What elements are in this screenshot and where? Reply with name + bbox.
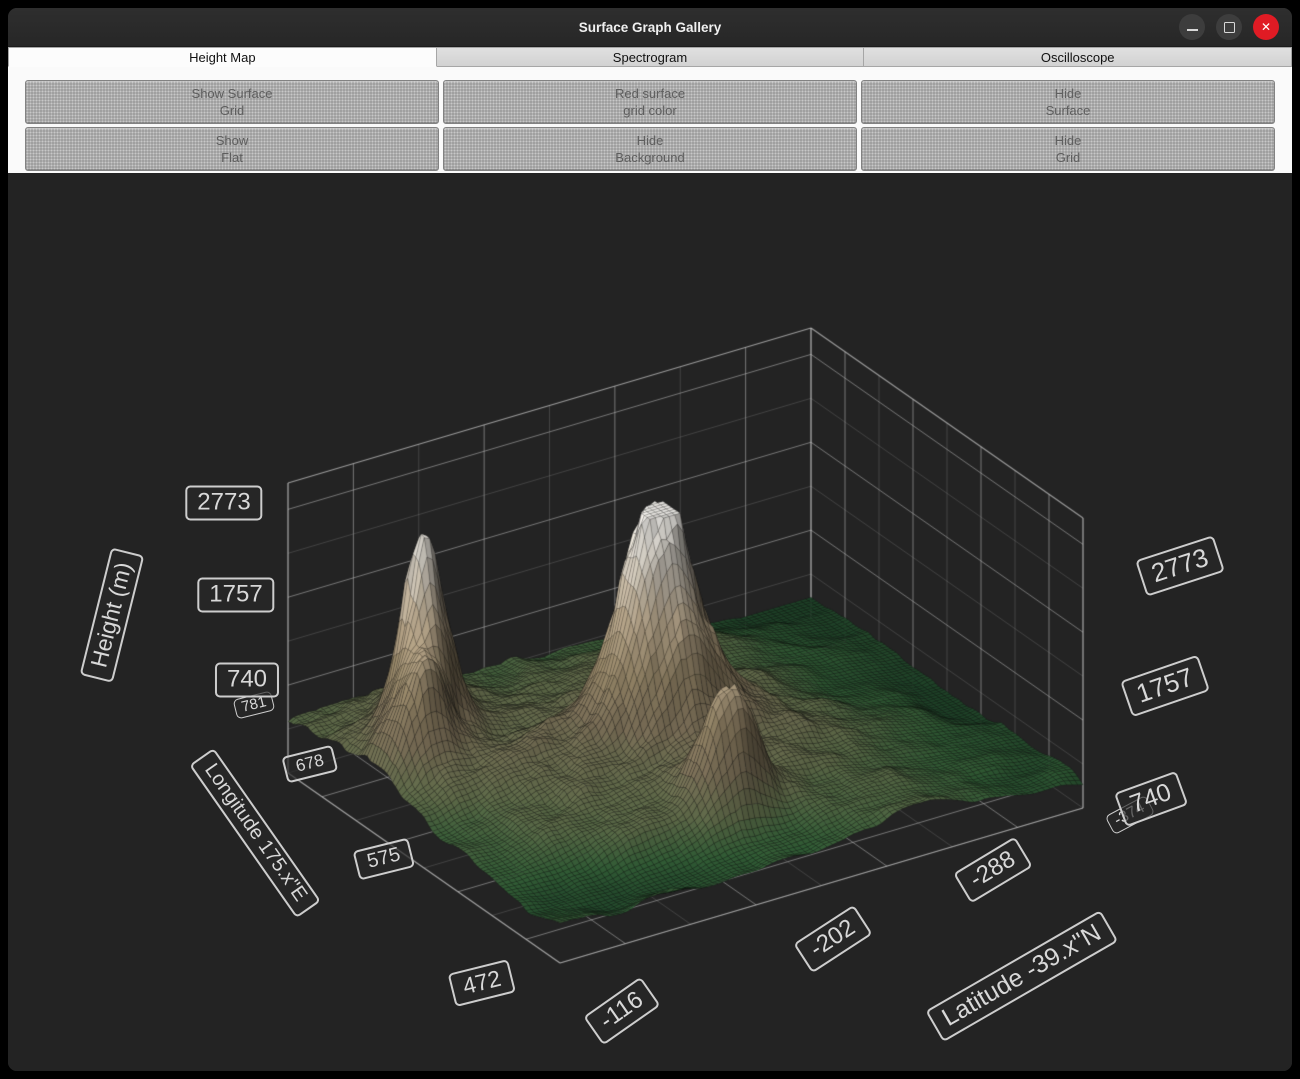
- minimize-button[interactable]: [1179, 14, 1205, 40]
- hide-surface-button[interactable]: Hide Surface: [861, 80, 1275, 124]
- tab-spectrogram[interactable]: Spectrogram: [437, 47, 865, 67]
- show-flat-button[interactable]: Show Flat: [25, 127, 439, 171]
- control-pane: Show Surface Grid Red surface grid color…: [8, 67, 1292, 173]
- close-button[interactable]: ✕: [1253, 14, 1279, 40]
- maximize-button[interactable]: [1216, 14, 1242, 40]
- minimize-icon: [1187, 29, 1198, 31]
- tab-oscilloscope[interactable]: Oscilloscope: [864, 47, 1292, 67]
- app-window: Surface Graph Gallery ✕ Height Map Spect…: [8, 8, 1292, 1071]
- height-tick-1757-left: 1757: [197, 578, 274, 613]
- height-tick-2773-left: 2773: [185, 486, 262, 521]
- window-titlebar[interactable]: Surface Graph Gallery ✕: [8, 8, 1292, 47]
- tab-bar: Height Map Spectrogram Oscilloscope: [8, 47, 1292, 67]
- plot-area: 2773 1757 740 781 Height (m) 678 575 472…: [8, 173, 1292, 1071]
- window-title: Surface Graph Gallery: [579, 20, 722, 35]
- show-surface-grid-button[interactable]: Show Surface Grid: [25, 80, 439, 124]
- window-controls: ✕: [1179, 8, 1279, 46]
- hide-background-button[interactable]: Hide Background: [443, 127, 857, 171]
- surface-grid-color-button[interactable]: Red surface grid color: [443, 80, 857, 124]
- hide-grid-button[interactable]: Hide Grid: [861, 127, 1275, 171]
- tab-height-map[interactable]: Height Map: [8, 47, 437, 67]
- button-grid: Show Surface Grid Red surface grid color…: [25, 80, 1275, 171]
- close-icon: ✕: [1261, 21, 1271, 33]
- maximize-icon: [1224, 22, 1235, 33]
- height-tick-740-left: 740: [215, 663, 279, 698]
